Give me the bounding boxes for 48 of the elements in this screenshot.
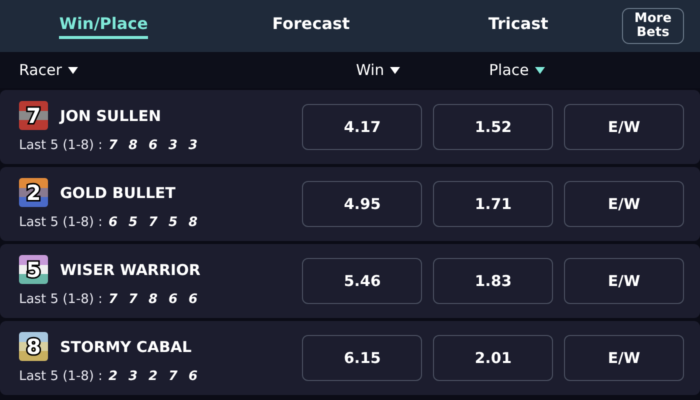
tab[interactable]: Win/Place	[59, 14, 148, 38]
racer-name: JON SULLEN	[60, 106, 162, 124]
racer-number: 2	[26, 182, 41, 204]
each-way-button[interactable]: E/W	[564, 335, 684, 381]
place-odds-button[interactable]: 1.83	[433, 258, 554, 304]
each-way-button[interactable]: E/W	[564, 181, 684, 227]
column-header[interactable]: Racer	[19, 61, 62, 79]
racer-name: STORMY CABAL	[60, 338, 192, 356]
win-odds-button[interactable]: 5.46	[302, 258, 422, 304]
column-header[interactable]: Win	[356, 61, 384, 79]
form-result: 3	[168, 138, 179, 153]
form-result: 6	[188, 292, 199, 307]
form-result: 5	[168, 215, 179, 230]
form-label: Last 5 (1-8) :	[19, 369, 103, 384]
form-result: 6	[108, 215, 119, 230]
form-result: 8	[188, 215, 199, 230]
form-label: Last 5 (1-8) :	[19, 138, 103, 153]
win-odds-button[interactable]: 6.15	[302, 335, 422, 381]
form-result: 3	[188, 138, 199, 153]
form-result: 6	[168, 292, 179, 307]
form-label: Last 5 (1-8) :	[19, 215, 103, 230]
place-odds-button[interactable]: 2.01	[433, 335, 554, 381]
form-result: 8	[148, 292, 159, 307]
place-odds-button[interactable]: 1.52	[433, 104, 554, 150]
each-way-button[interactable]: E/W	[564, 258, 684, 304]
form-result: 7	[108, 292, 119, 307]
form-result: 5	[128, 215, 139, 230]
racer-name: WISER WARRIOR	[60, 260, 200, 278]
form-result: 3	[128, 369, 139, 384]
racer-name: GOLD BULLET	[60, 184, 176, 202]
more-bets-button[interactable]: More Bets	[622, 8, 684, 44]
form-result: 2	[148, 369, 159, 384]
column-header[interactable]: Place	[489, 61, 529, 79]
form-label: Last 5 (1-8) :	[19, 292, 103, 307]
form-result: 6	[188, 369, 199, 384]
form-result: 2	[108, 369, 119, 384]
tab[interactable]: Tricast	[488, 14, 548, 38]
form-result: 7	[168, 369, 179, 384]
form-result: 8	[128, 138, 139, 153]
win-odds-button[interactable]: 4.17	[302, 104, 422, 150]
tab[interactable]: Forecast	[272, 14, 350, 38]
form-result: 6	[148, 138, 159, 153]
place-odds-button[interactable]: 1.71	[433, 181, 554, 227]
form-result: 7	[148, 215, 159, 230]
form-result: 7	[128, 292, 139, 307]
form-result: 7	[108, 138, 119, 153]
each-way-button[interactable]: E/W	[564, 104, 684, 150]
win-odds-button[interactable]: 4.95	[302, 181, 422, 227]
